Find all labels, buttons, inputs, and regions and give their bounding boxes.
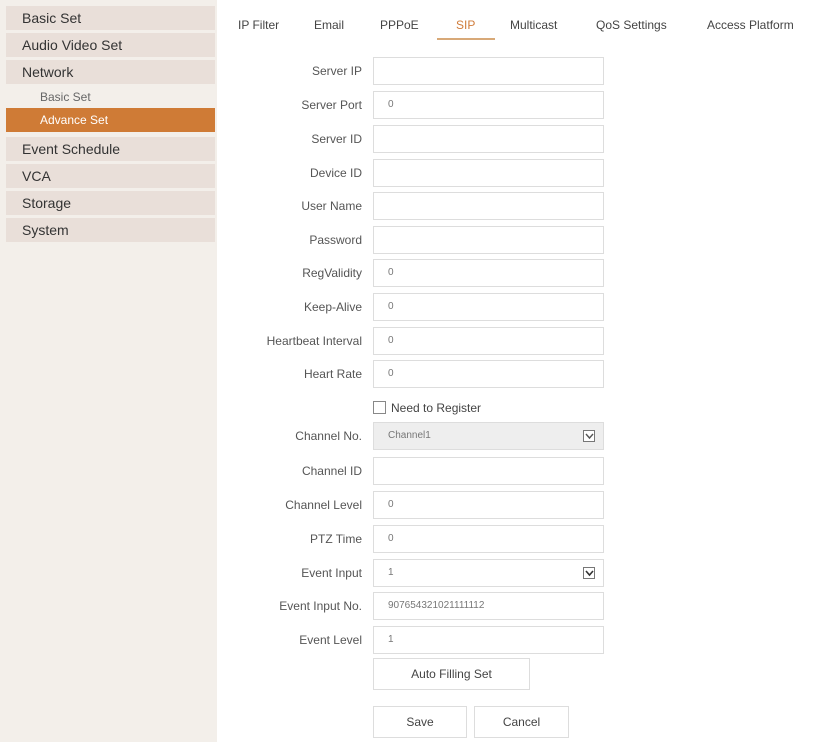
tab-multicast[interactable]: Multicast: [510, 18, 557, 32]
sidebar-item-network[interactable]: Network: [6, 60, 215, 84]
need-register-checkbox-row[interactable]: Need to Register: [373, 401, 481, 415]
auto-filling-set-button[interactable]: Auto Filling Set: [373, 658, 530, 690]
save-button[interactable]: Save: [373, 706, 467, 738]
need-register-checkbox[interactable]: [373, 401, 386, 414]
channel-no-select[interactable]: Channel1: [373, 422, 604, 450]
tab-ip-filter[interactable]: IP Filter: [238, 18, 279, 32]
password-label: Password: [309, 233, 362, 247]
server-id-label: Server ID: [311, 132, 362, 146]
tab-bar: IP Filter Email PPPoE SIP Multicast QoS …: [217, 0, 818, 44]
server-port-input[interactable]: 0: [373, 91, 604, 119]
keep-alive-label: Keep-Alive: [303, 300, 362, 314]
ptz-time-label: PTZ Time: [309, 532, 362, 546]
heart-rate-label: Heart Rate: [303, 367, 362, 381]
event-input-label: Event Input: [301, 566, 362, 580]
ptz-time-input[interactable]: 0: [373, 525, 604, 553]
user-name-input[interactable]: [373, 192, 604, 220]
heart-rate-input[interactable]: 0: [373, 360, 604, 388]
sidebar-subitem-advance-set[interactable]: Advance Set: [6, 108, 215, 132]
password-input[interactable]: [373, 226, 604, 254]
sidebar-item-audio-video-set[interactable]: Audio Video Set: [6, 33, 215, 57]
tab-sip[interactable]: SIP: [456, 18, 475, 32]
chevron-down-icon[interactable]: [583, 567, 595, 579]
reg-validity-input[interactable]: 0: [373, 259, 604, 287]
sidebar-item-storage[interactable]: Storage: [6, 191, 215, 215]
sidebar-item-basic-set[interactable]: Basic Set: [6, 6, 215, 30]
channel-id-label: Channel ID: [301, 464, 362, 478]
tab-access-platform[interactable]: Access Platform: [707, 18, 794, 32]
sidebar: Basic Set Audio Video Set Network Basic …: [0, 0, 217, 742]
tab-pppoe[interactable]: PPPoE: [380, 18, 419, 32]
chevron-down-icon[interactable]: [583, 430, 595, 442]
event-level-label: Event Level: [299, 633, 362, 647]
sidebar-item-event-schedule[interactable]: Event Schedule: [6, 137, 215, 161]
event-input-select[interactable]: 1: [373, 559, 604, 587]
cancel-button[interactable]: Cancel: [474, 706, 569, 738]
device-id-label: Device ID: [309, 166, 362, 180]
heartbeat-interval-label: Heartbeat Interval: [266, 334, 362, 348]
keep-alive-input[interactable]: 0: [373, 293, 604, 321]
server-ip-label: Server IP: [311, 64, 362, 78]
event-level-input[interactable]: 1: [373, 626, 604, 654]
event-input-value: 1: [388, 567, 394, 578]
channel-level-label: Channel Level: [285, 498, 362, 512]
sidebar-subitem-basic-set[interactable]: Basic Set: [6, 85, 215, 109]
sidebar-item-vca[interactable]: VCA: [6, 164, 215, 188]
tab-qos-settings[interactable]: QoS Settings: [596, 18, 667, 32]
channel-no-value: Channel1: [388, 430, 431, 441]
server-id-input[interactable]: [373, 125, 604, 153]
reg-validity-label: RegValidity: [302, 266, 362, 280]
server-port-label: Server Port: [301, 98, 362, 112]
tab-email[interactable]: Email: [314, 18, 344, 32]
server-ip-input[interactable]: [373, 57, 604, 85]
user-name-label: User Name: [301, 199, 362, 213]
heartbeat-interval-input[interactable]: 0: [373, 327, 604, 355]
active-tab-indicator: [437, 38, 495, 40]
sidebar-item-system[interactable]: System: [6, 218, 215, 242]
channel-no-label: Channel No.: [295, 429, 362, 443]
channel-level-input[interactable]: 0: [373, 491, 604, 519]
event-input-no-label: Event Input No.: [279, 599, 362, 613]
device-id-input[interactable]: [373, 159, 604, 187]
channel-id-input[interactable]: [373, 457, 604, 485]
need-register-label: Need to Register: [391, 401, 482, 415]
event-input-no-input[interactable]: 907654321021111112: [373, 592, 604, 620]
